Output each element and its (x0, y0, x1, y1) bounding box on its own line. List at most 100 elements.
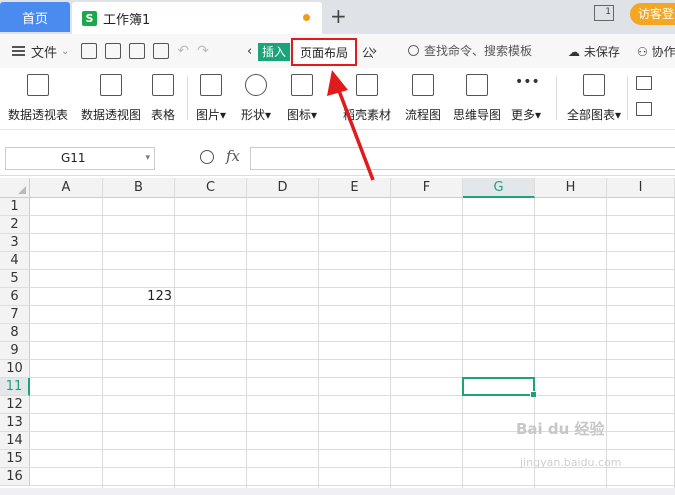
sheet-tabs-bar (0, 488, 675, 495)
tab-insert[interactable]: 插入 (258, 43, 291, 61)
grid-row-line (30, 287, 675, 288)
tab-document[interactable]: S 工作簿1 (72, 2, 322, 34)
select-all-corner[interactable] (0, 178, 30, 198)
row-header-11[interactable]: 11 (0, 378, 30, 396)
watermark-url: jingyan.baidu.com (520, 456, 622, 469)
docer-material-button[interactable]: 稻壳素材 (343, 74, 391, 123)
pivot-table-icon (27, 74, 49, 96)
pivot-chart-button[interactable]: 数据透视图 (81, 74, 141, 123)
column-header-g[interactable]: G (463, 178, 535, 198)
zoom-icon[interactable] (200, 150, 214, 164)
new-tab-button[interactable]: + (330, 4, 347, 28)
unsaved-status[interactable]: ☁ 未保存 (568, 43, 620, 60)
icon-library-icon (291, 74, 314, 96)
name-box[interactable]: G11 ▾ (5, 147, 155, 170)
column-header-d[interactable]: D (247, 178, 319, 198)
toolbar-divider (556, 76, 557, 120)
chevron-down-icon[interactable]: ▾ (145, 148, 150, 169)
tab-home[interactable]: 首页 (0, 2, 70, 32)
grid-row-line (30, 305, 675, 306)
grid-row-line (30, 359, 675, 360)
tab-page-layout-label: 页面布局 (299, 45, 348, 60)
function-icon[interactable]: fx (226, 147, 240, 165)
collaborate-button[interactable]: ⚇ 协作 (637, 43, 675, 60)
picture-button[interactable]: 图片▾ (196, 74, 226, 123)
icon-button[interactable]: 图标▾ (287, 74, 317, 123)
row-header-3[interactable]: 3 (0, 234, 30, 252)
grid-row-line (30, 251, 675, 252)
shape-button[interactable]: 形状▾ (241, 74, 271, 123)
column-header-i[interactable]: I (607, 178, 675, 198)
row-header-9[interactable]: 9 (0, 342, 30, 360)
mindmap-button[interactable]: 思维导图 (453, 74, 501, 123)
export-icon[interactable] (105, 43, 122, 59)
row-header-4[interactable]: 4 (0, 252, 30, 270)
column-header-a[interactable]: A (30, 178, 103, 198)
row-header-5[interactable]: 5 (0, 270, 30, 288)
row-header-12[interactable]: 12 (0, 396, 30, 414)
pivot-table-button[interactable]: 数据透视表 (8, 74, 68, 123)
file-menu[interactable]: 文件 (31, 42, 57, 61)
all-charts-button[interactable]: 全部图表▾ (567, 74, 621, 123)
spreadsheet-icon: S (82, 10, 97, 26)
picture-label: 图片▾ (196, 108, 227, 122)
formula-input[interactable] (250, 147, 675, 170)
shape-label: 形状▾ (241, 108, 272, 122)
toolbar-divider (627, 76, 628, 120)
grid-row-line (30, 413, 675, 414)
column-header-h[interactable]: H (535, 178, 607, 198)
more-button[interactable]: ••• 更多▾ (511, 74, 541, 123)
row-header-2[interactable]: 2 (0, 216, 30, 234)
column-chart-icon[interactable] (636, 76, 652, 90)
column-header-c[interactable]: C (175, 178, 247, 198)
row-header-15[interactable]: 15 (0, 450, 30, 468)
column-header-f[interactable]: F (391, 178, 463, 198)
grid-row-line (30, 485, 675, 486)
watermark-logo: Bai du 经验 (516, 420, 605, 438)
row-header-13[interactable]: 13 (0, 414, 30, 432)
more-icon: ••• (515, 74, 540, 90)
column-header-e[interactable]: E (319, 178, 391, 198)
row-header-6[interactable]: 6 (0, 288, 30, 306)
flowchart-icon (412, 74, 434, 96)
row-header-8[interactable]: 8 (0, 324, 30, 342)
grid-column-line (246, 198, 247, 488)
guest-login-button[interactable]: 访客登录 (630, 3, 675, 25)
formula-row: G11 ▾ fx (0, 130, 675, 176)
all-charts-label: 全部图表▾ (567, 108, 622, 122)
row-header-1[interactable]: 1 (0, 198, 30, 216)
column-header-b[interactable]: B (103, 178, 175, 198)
active-cell-g11[interactable] (462, 377, 537, 398)
tab-bar: 首页 S 工作簿1 + 1 访客登录 (0, 0, 675, 34)
grid-column-line (102, 198, 103, 488)
table-button[interactable]: 表格 (151, 74, 175, 123)
grid-row-line (30, 323, 675, 324)
grid-row-line (30, 449, 675, 450)
tab-insert-label: 插入 (262, 45, 287, 59)
tab-page-layout[interactable]: 页面布局 (291, 38, 357, 66)
row-header-7[interactable]: 7 (0, 306, 30, 324)
chevron-down-icon[interactable]: ⌄ (61, 46, 69, 57)
ribbon-scroll-left-icon[interactable]: ‹ (247, 44, 252, 59)
window-count-icon[interactable]: 1 (594, 5, 614, 21)
more-label: 更多▾ (511, 108, 542, 122)
tab-home-label: 首页 (21, 11, 48, 27)
save-icon[interactable] (81, 43, 98, 59)
cell-b6[interactable]: 123 (103, 289, 172, 304)
command-search[interactable]: 查找命令、搜索模板 (408, 42, 532, 59)
mindmap-icon (466, 74, 488, 96)
print-preview-icon[interactable] (153, 43, 170, 59)
spreadsheet-grid: A B C D E F G H I 1 2 3 4 5 6 7 8 9 10 11 12 13 14 15 16 123 (0, 178, 675, 488)
print-icon[interactable] (129, 43, 146, 59)
ribbon-scroll-right-icon[interactable]: › (372, 44, 377, 59)
document-title: 工作簿1 (103, 12, 151, 28)
row-header-14[interactable]: 14 (0, 432, 30, 450)
undo-icon[interactable]: ↶ (177, 43, 189, 59)
flowchart-button[interactable]: 流程图 (405, 74, 441, 123)
area-chart-icon[interactable] (636, 102, 652, 116)
menu-icon[interactable] (12, 46, 25, 56)
redo-icon[interactable]: ↷ (197, 43, 209, 59)
row-header-16[interactable]: 16 (0, 468, 30, 486)
guest-login-label: 访客登录 (638, 7, 675, 21)
row-header-10[interactable]: 10 (0, 360, 30, 378)
